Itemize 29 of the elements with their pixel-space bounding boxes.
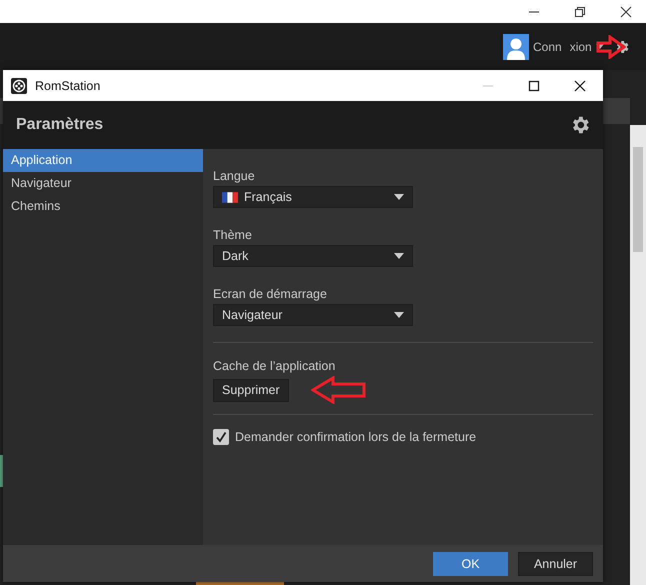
field-label: Cache de l’application	[213, 359, 336, 373]
account-label[interactable]: xion	[570, 40, 592, 54]
sidebar-item[interactable]: Chemins	[3, 195, 203, 218]
checkbox-label[interactable]: Demander confirmation lors de la fermeture	[235, 430, 476, 444]
content-stripe	[0, 455, 3, 487]
sidebar-item[interactable]: Application	[3, 149, 203, 172]
restore-icon[interactable]	[574, 6, 586, 18]
window-title: RomStation	[35, 78, 102, 92]
field-label: Langue	[213, 169, 256, 183]
sidebar-item[interactable]: Navigateur	[3, 172, 203, 195]
field-label: Ecran de démarrage	[213, 287, 328, 301]
delete-button[interactable]: Supprimer	[213, 378, 289, 402]
cancel-button[interactable]: Annuler	[518, 552, 593, 576]
checkbox[interactable]	[213, 429, 229, 445]
close-icon[interactable]	[620, 6, 632, 18]
dropdown[interactable]: Navigateur	[213, 304, 413, 326]
flag-icon	[222, 192, 238, 202]
avatar-icon[interactable]	[503, 34, 529, 60]
field-label: Thème	[213, 228, 253, 242]
logo-icon	[11, 78, 27, 94]
dialog-heading: Paramètres	[16, 116, 104, 134]
annotation-arrow-icon	[310, 376, 367, 404]
scrollbar[interactable]	[630, 125, 646, 585]
scroll-thumb[interactable]	[633, 147, 643, 252]
dropdown[interactable]: Dark	[213, 245, 413, 267]
annotation-arrow-icon	[596, 35, 626, 59]
dropdown[interactable]: Français	[213, 186, 413, 208]
ok-button[interactable]: OK	[433, 552, 508, 576]
account-label[interactable]: Conn	[533, 40, 562, 54]
